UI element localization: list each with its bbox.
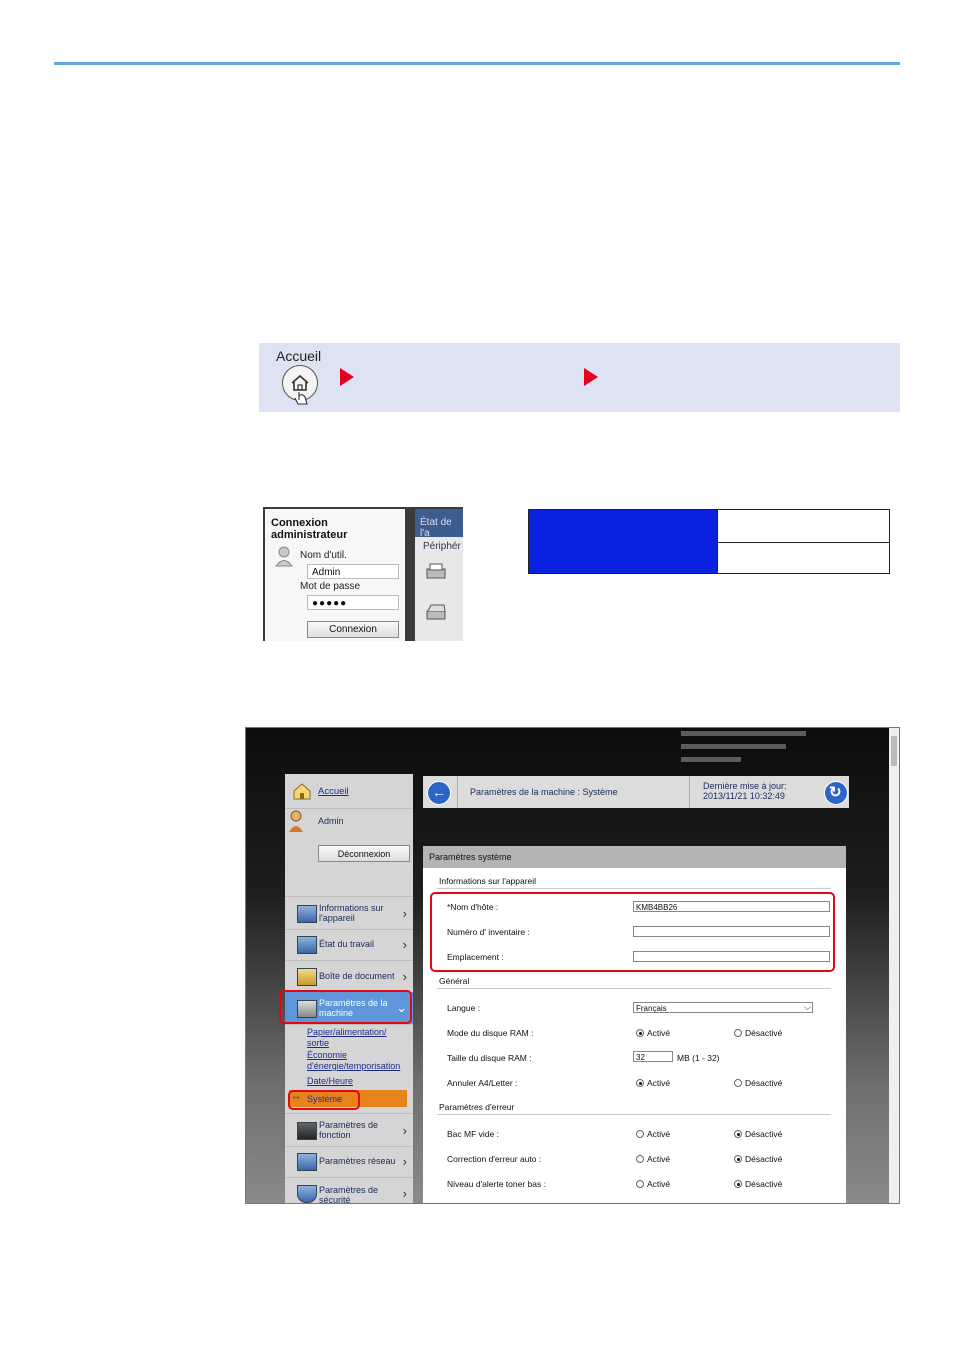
job-status-icon — [297, 936, 317, 954]
home-label: Accueil — [276, 348, 322, 364]
arrow-right-icon — [584, 368, 598, 386]
mf-tray-label: Bac MF vide : — [447, 1129, 499, 1139]
chevron-right-icon: › — [402, 1123, 407, 1138]
arrow-left-icon: ← — [432, 784, 446, 800]
highlight-system — [288, 1090, 360, 1110]
auto-error-off-radio[interactable] — [734, 1155, 742, 1163]
ram-disk-size-label: Taille du disque RAM : — [447, 1053, 532, 1063]
sidebar-item-function-settings[interactable]: Paramètres de fonction › — [285, 1113, 413, 1147]
chevron-right-icon: › — [402, 1154, 407, 1169]
section-general: Général — [439, 976, 470, 986]
sidebar-user: Admin — [285, 808, 413, 834]
back-button[interactable]: ← — [427, 781, 451, 805]
chevron-right-icon: › — [402, 969, 407, 984]
ram-disk-size-field[interactable]: 32 — [633, 1051, 673, 1062]
ram-disk-on-radio[interactable] — [636, 1029, 644, 1037]
table-cell-blue — [529, 510, 717, 543]
password-field[interactable]: ●●●●● — [307, 595, 399, 610]
toner-alert-off-radio[interactable] — [734, 1180, 742, 1188]
section-error-settings: Paramètres d'erreur — [439, 1102, 515, 1112]
sidebar-sub-paper[interactable]: Papier/alimentation/sortie — [307, 1027, 387, 1049]
function-settings-icon — [297, 1122, 317, 1140]
user-name: Admin — [318, 816, 344, 826]
document-box-icon — [297, 968, 317, 986]
status-column: État de l'a Périphér — [415, 509, 463, 641]
sidebar-sub-datetime[interactable]: Date/Heure — [307, 1076, 353, 1087]
sidebar: Accueil Admin Déconnexion Informations s… — [285, 774, 413, 1203]
arrow-right-icon — [340, 368, 354, 386]
device-info-icon — [297, 905, 317, 923]
home-button[interactable] — [282, 365, 318, 405]
chevron-down-icon: ⌵ — [804, 1002, 811, 1012]
login-panel: Connexion administrateur Nom d'util. Adm… — [265, 509, 405, 641]
sidebar-item-job-status[interactable]: État du travail › — [285, 928, 413, 961]
language-label: Langue : — [447, 1003, 481, 1013]
sidebar-item-device-info[interactable]: Informations sur l'appareil › — [285, 896, 413, 930]
table-cell-blue — [529, 542, 717, 573]
credentials-table — [528, 509, 890, 574]
refresh-button[interactable]: ↻ — [824, 781, 848, 805]
home-icon — [293, 783, 311, 800]
mf-tray-off-radio[interactable] — [734, 1130, 742, 1138]
chevron-right-icon: › — [402, 1186, 407, 1201]
toner-alert-on-radio[interactable] — [636, 1180, 644, 1188]
a4-letter-label: Annuler A4/Letter : — [447, 1078, 518, 1088]
page-header: ← Paramètres de la machine : Système Der… — [423, 776, 849, 808]
login-title: Connexion administrateur — [271, 517, 348, 541]
sidebar-home-link[interactable]: Accueil — [318, 786, 349, 797]
avatar — [289, 810, 303, 832]
home-icon — [291, 374, 309, 405]
printer-icon — [426, 563, 446, 579]
section-device-info: Informations sur l'appareil — [439, 876, 537, 886]
last-update: Dernière mise à jour: 2013/11/21 10:32:49 — [703, 781, 787, 801]
panel-title: Paramètres système — [423, 846, 846, 868]
network-settings-icon — [297, 1153, 317, 1171]
login-button[interactable]: Connexion — [307, 621, 399, 638]
chevron-right-icon: › — [402, 906, 407, 921]
refresh-icon: ↻ — [829, 784, 842, 801]
toner-alert-label: Niveau d'alerte toner bas : — [447, 1179, 546, 1189]
scrollbar[interactable] — [889, 728, 899, 1203]
auto-error-label: Correction d'erreur auto : — [447, 1154, 542, 1164]
sidebar-home[interactable]: Accueil — [285, 774, 413, 809]
status-heading: État de l'a — [420, 517, 452, 539]
sidebar-item-security-settings[interactable]: Paramètres de sécurité › — [285, 1177, 413, 1203]
highlight-device-info — [430, 892, 835, 972]
top-rule — [54, 62, 900, 65]
username-label: Nom d'util. — [300, 550, 347, 561]
sidebar-sub-energy[interactable]: Économie d'énergie/temporisation — [307, 1050, 400, 1072]
ram-disk-mode-label: Mode du disque RAM : — [447, 1028, 534, 1038]
web-ui-screenshot: Accueil Admin Déconnexion Informations s… — [245, 727, 900, 1204]
logout-button[interactable]: Déconnexion — [318, 845, 410, 862]
sidebar-item-network-settings[interactable]: Paramètres réseau › — [285, 1145, 413, 1178]
highlight-machine-settings — [279, 990, 412, 1024]
page-title: Paramètres de la machine : Système — [470, 787, 618, 797]
auto-error-on-radio[interactable] — [636, 1155, 644, 1163]
language-select[interactable]: Français ⌵ — [633, 1002, 813, 1013]
password-label: Mot de passe — [300, 581, 361, 592]
shield-icon — [297, 1185, 317, 1203]
home-navigation-band — [259, 343, 900, 412]
login-screenshot: Connexion administrateur Nom d'util. Adm… — [263, 507, 463, 641]
username-field[interactable]: Admin — [307, 564, 399, 579]
scanner-icon — [426, 604, 446, 620]
a4-letter-on-radio[interactable] — [636, 1079, 644, 1087]
ram-disk-off-radio[interactable] — [734, 1029, 742, 1037]
chevron-right-icon: › — [402, 937, 407, 952]
ram-disk-size-unit: MB (1 - 32) — [677, 1053, 720, 1063]
sidebar-item-document-box[interactable]: Boîte de document › — [285, 960, 413, 993]
device-heading: Périphér — [423, 541, 461, 552]
mf-tray-on-radio[interactable] — [636, 1130, 644, 1138]
user-icon — [275, 546, 293, 567]
a4-letter-off-radio[interactable] — [734, 1079, 742, 1087]
